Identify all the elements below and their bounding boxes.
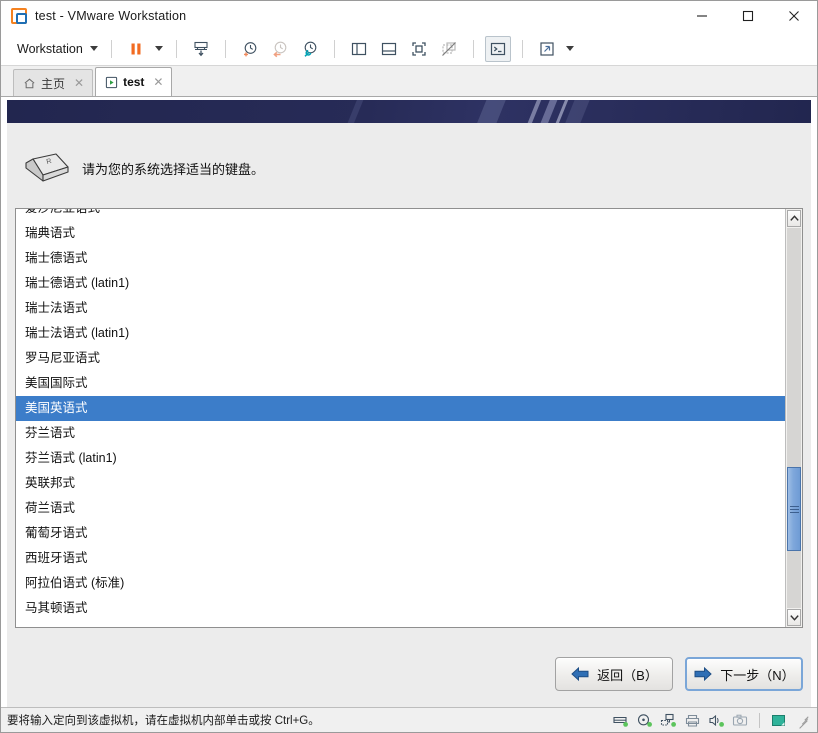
workstation-menu-label: Workstation	[17, 41, 83, 56]
revert-snapshot-button[interactable]	[267, 36, 293, 62]
installer-banner	[7, 100, 811, 123]
stretch-dropdown-button[interactable]	[562, 37, 578, 61]
home-icon	[24, 78, 35, 88]
keyboard-key-icon: R	[23, 150, 69, 186]
list-item[interactable]: 瑞士法语式 (latin1)	[16, 321, 785, 346]
list-item[interactable]: 罗马尼亚语式	[16, 346, 785, 371]
list-item[interactable]: 瑞士法语式	[16, 296, 785, 321]
vmware-workstation-window: test - VMware Workstation Workstation 主页…	[0, 0, 818, 733]
list-item[interactable]: 爱沙尼亚语式	[16, 209, 785, 221]
tab-home-label: 主页	[41, 76, 66, 91]
list-item[interactable]: 美国国际式	[16, 371, 785, 396]
tab-test-close-icon[interactable]: ✕	[153, 75, 163, 89]
close-button[interactable]	[771, 1, 817, 32]
printer-icon	[685, 714, 700, 727]
snapshot-take-button[interactable]	[188, 36, 214, 62]
list-item[interactable]: 马其顿语式	[16, 596, 785, 621]
installer-body: R 请为您的系统选择适当的键盘。 爱沙尼亚语式瑞典语式瑞士德语式瑞士德语式 (l…	[7, 123, 811, 707]
tab-test-label: test	[123, 75, 145, 89]
chevron-down-icon	[789, 615, 799, 621]
scrollbar-grip-icon	[789, 504, 799, 515]
cd-dvd-icon[interactable]	[636, 713, 653, 728]
toolbar-divider	[175, 39, 177, 58]
scroll-down-button[interactable]	[787, 609, 801, 626]
list-vertical-scrollbar[interactable]	[785, 209, 802, 627]
list-item[interactable]: 瑞士德语式	[16, 246, 785, 271]
network-adapter-icon[interactable]	[660, 713, 677, 728]
prompt-row: R 请为您的系统选择适当的键盘。	[15, 123, 803, 208]
device-status-icons	[612, 712, 813, 729]
list-item[interactable]: 瑞士德语式 (latin1)	[16, 271, 785, 296]
unity-mode-button[interactable]	[436, 36, 462, 62]
arrow-right-icon	[694, 666, 713, 682]
scrollbar-thumb[interactable]	[787, 467, 801, 551]
status-message: 要将输入定向到该虚拟机，请在虚拟机内部单击或按 Ctrl+G。	[7, 715, 320, 727]
show-thumbnails-button[interactable]	[376, 36, 402, 62]
scroll-up-button[interactable]	[787, 210, 801, 227]
fullscreen-button[interactable]	[406, 36, 432, 62]
list-item[interactable]: 西班牙语式	[16, 546, 785, 571]
tab-test[interactable]: test ✕	[95, 67, 173, 96]
back-button[interactable]: 返回（B）	[555, 657, 673, 691]
arrow-left-icon	[571, 666, 589, 682]
chevron-down-icon	[154, 46, 163, 51]
toolbar-divider	[110, 39, 112, 58]
vm-running-icon	[105, 76, 118, 88]
prompt-text: 请为您的系统选择适当的键盘。	[82, 161, 265, 177]
minimize-button[interactable]	[679, 1, 725, 32]
toolbar-divider	[224, 39, 226, 58]
installer-screen: R 请为您的系统选择适当的键盘。 爱沙尼亚语式瑞典语式瑞士德语式瑞士德语式 (l…	[7, 100, 811, 707]
list-item[interactable]: 美国英语式	[16, 396, 785, 421]
list-item[interactable]: 葡萄牙语式	[16, 521, 785, 546]
next-button-label: 下一步（N）	[720, 667, 795, 683]
list-item[interactable]: 芬兰语式	[16, 421, 785, 446]
keyboard-layout-list[interactable]: 爱沙尼亚语式瑞典语式瑞士德语式瑞士德语式 (latin1)瑞士法语式瑞士法语式 …	[16, 209, 785, 627]
list-item[interactable]: 芬兰语式 (latin1)	[16, 446, 785, 471]
title-bar: test - VMware Workstation	[1, 1, 817, 32]
list-item[interactable]: 瑞典语式	[16, 221, 785, 246]
status-bar: 要将输入定向到该虚拟机，请在虚拟机内部单击或按 Ctrl+G。	[1, 707, 817, 732]
pause-dropdown-button[interactable]	[151, 37, 167, 61]
keyboard-layout-listbox[interactable]: 爱沙尼亚语式瑞典语式瑞士德语式瑞士德语式 (latin1)瑞士法语式瑞士法语式 …	[15, 208, 803, 628]
list-item[interactable]: 荷兰语式	[16, 496, 785, 521]
list-item[interactable]: 阿拉伯语式 (标准)	[16, 571, 785, 596]
main-toolbar: Workstation	[1, 32, 817, 66]
snapshot-manager-button[interactable]	[237, 36, 263, 62]
status-divider	[759, 712, 760, 728]
vmware-logo-icon	[11, 8, 27, 24]
stretch-view-button[interactable]	[534, 36, 560, 62]
tab-home[interactable]: 主页 ✕	[13, 69, 94, 96]
toolbar-divider	[333, 39, 335, 58]
chevron-up-icon	[789, 215, 799, 221]
folder-share-icon[interactable]	[770, 713, 787, 728]
pause-vm-button[interactable]	[123, 36, 149, 62]
toolbar-divider	[521, 39, 523, 58]
wizard-button-row: 返回（B） 下一步（N）	[555, 657, 803, 691]
back-button-label: 返回（B）	[597, 667, 658, 683]
toolbar-divider	[472, 39, 474, 58]
resize-grip-icon[interactable]	[797, 713, 811, 729]
window-controls	[679, 1, 817, 32]
window-title: test - VMware Workstation	[35, 9, 187, 23]
chevron-down-icon	[89, 46, 98, 51]
maximize-button[interactable]	[725, 1, 771, 32]
tab-strip: 主页 ✕ test ✕	[1, 66, 817, 97]
chevron-down-icon	[565, 46, 574, 51]
camera-icon	[732, 714, 748, 726]
tab-home-close-icon[interactable]: ✕	[74, 76, 84, 90]
hard-disk-icon[interactable]	[612, 713, 629, 728]
console-view-button[interactable]	[484, 35, 511, 62]
sound-card-icon[interactable]	[708, 713, 725, 728]
workstation-menu-button[interactable]: Workstation	[13, 39, 102, 59]
manage-snapshots-button[interactable]	[297, 36, 323, 62]
show-library-button[interactable]	[346, 36, 372, 62]
list-item[interactable]: 英联邦式	[16, 471, 785, 496]
scrollbar-track[interactable]	[787, 228, 801, 608]
next-button[interactable]: 下一步（N）	[685, 657, 803, 691]
vm-viewport[interactable]: R 请为您的系统选择适当的键盘。 爱沙尼亚语式瑞典语式瑞士德语式瑞士德语式 (l…	[1, 97, 817, 707]
